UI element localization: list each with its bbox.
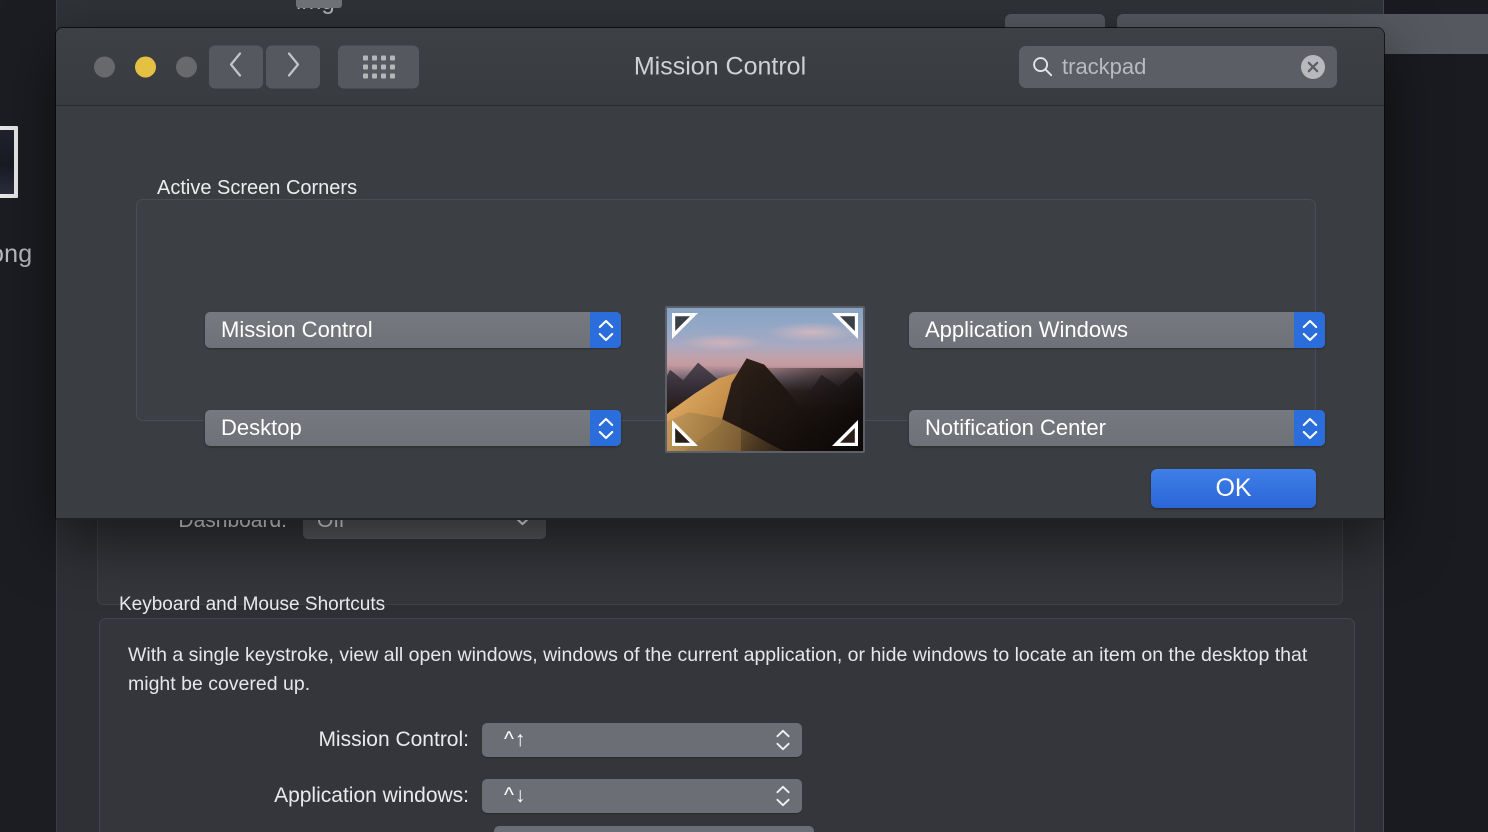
search-icon [1032, 56, 1053, 77]
stepper-icon[interactable] [776, 785, 790, 807]
sheet-titlebar: Mission Control trackpad [56, 28, 1384, 106]
corner-popup-top-left[interactable]: Mission Control [205, 312, 621, 348]
corner-popup-bottom-right[interactable]: Notification Center [909, 410, 1325, 446]
sheet-bottom-edge [56, 518, 1384, 520]
active-screen-corners-label: Active Screen Corners [157, 177, 358, 199]
background-app-thumbnail [0, 126, 18, 198]
search-input[interactable]: trackpad [1062, 54, 1301, 80]
corner-value-top-left: Mission Control [221, 317, 373, 342]
prefs-toolbar [57, 0, 1488, 54]
corner-value-bottom-right: Notification Center [925, 415, 1106, 440]
shortcut-label-mission-control: Mission Control: [318, 728, 469, 751]
shortcut-row-application-windows: Application windows: ^↓ [99, 778, 802, 814]
screen: ong Dashboard: Off Keyboard and Mouse S [0, 0, 1488, 832]
corner-value-bottom-left: Desktop [221, 415, 302, 440]
shortcut-popup-application-windows[interactable]: ^↓ [482, 779, 802, 813]
corner-indicator-bottom-left-icon[interactable] [672, 420, 698, 446]
shortcuts-description: With a single keystroke, view all open w… [128, 644, 1308, 695]
ok-button-label: OK [1215, 474, 1252, 502]
shortcut-value-application-windows: ^↓ [504, 784, 527, 807]
stepper-icon[interactable] [1294, 312, 1325, 348]
shortcut-label-application-windows: Application windows: [274, 784, 469, 807]
shortcut-value-mission-control: ^↑ [504, 728, 527, 751]
stepper-icon[interactable] [1294, 410, 1325, 446]
shortcut-row-mission-control: Mission Control: ^↑ [99, 722, 802, 758]
corner-popup-bottom-left[interactable]: Desktop [205, 410, 621, 446]
background-top-swatch [296, 0, 342, 8]
clear-icon[interactable] [1301, 54, 1325, 79]
desktop-wallpaper-preview [665, 306, 865, 453]
shortcut-popup-partial[interactable] [494, 826, 814, 832]
ok-button[interactable]: OK [1151, 469, 1316, 508]
stepper-icon[interactable] [776, 729, 790, 751]
stepper-icon[interactable] [590, 312, 621, 348]
corner-indicator-bottom-right-icon[interactable] [832, 420, 858, 446]
background-app-strip: ong [0, 0, 56, 832]
sheet-body: Active Screen Corners Mission Control De… [56, 106, 1384, 518]
active-screen-corners-box: Mission Control Desktop Application Wind… [136, 199, 1325, 453]
corner-value-top-right: Application Windows [925, 317, 1128, 342]
stepper-icon[interactable] [590, 410, 621, 446]
background-app-fragment-text: ong [0, 240, 33, 268]
corner-indicator-top-right-icon[interactable] [832, 313, 858, 339]
corner-indicator-top-left-icon[interactable] [672, 313, 698, 339]
shortcuts-section-label: Keyboard and Mouse Shortcuts [119, 594, 386, 615]
search-field[interactable]: trackpad [1019, 45, 1337, 88]
mission-control-sheet: Mission Control trackpad Active Screen C [56, 28, 1384, 518]
corner-popup-top-right[interactable]: Application Windows [909, 312, 1325, 348]
shortcut-popup-mission-control[interactable]: ^↑ [482, 723, 802, 757]
